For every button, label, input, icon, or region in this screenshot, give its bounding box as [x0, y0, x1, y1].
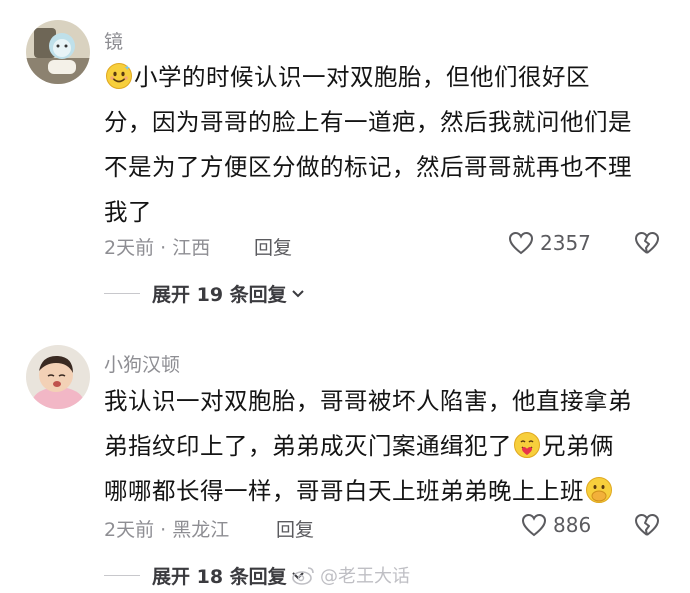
- comment-line: 不是为了方便区分做的标记，然后哥哥就再也不理: [104, 153, 632, 181]
- divider: [104, 575, 140, 576]
- comment-text: 小学的时候认识一对双胞胎，但他们很好区 分，因为哥哥的脸上有一道疤，然后我就问他…: [104, 55, 670, 235]
- heart-outline-icon: [521, 513, 547, 537]
- heart-outline-icon: [508, 231, 534, 255]
- comment-text: 我认识一对双胞胎，哥哥被坏人陷害，他直接拿弟 弟指纹印上了，弟弟成灭门案通缉犯了…: [104, 379, 670, 514]
- like-count: 2357: [540, 231, 591, 255]
- reply-button[interactable]: 回复: [254, 233, 292, 260]
- comment-line: 小学的时候认识一对双胞胎，但他们很好区: [104, 55, 670, 100]
- comment-line: 我了: [104, 198, 152, 226]
- avatar[interactable]: [26, 345, 90, 409]
- chevron-down-icon: [291, 289, 304, 297]
- comment-line: 弟指纹印上了，弟弟成灭门案通缉犯了 兄弟俩: [104, 424, 670, 469]
- weibo-logo-icon: [292, 567, 314, 585]
- timestamp-location: 2天前 · 黑龙江: [104, 519, 230, 541]
- reply-button[interactable]: 回复: [276, 515, 314, 542]
- comment-line: 分，因为哥哥的脸上有一道疤，然后我就问他们是: [104, 108, 632, 136]
- timestamp-location: 2天前 · 江西: [104, 237, 211, 259]
- username[interactable]: 镜: [104, 27, 123, 54]
- broken-heart-icon: [635, 514, 659, 536]
- smiling-face-emoji-icon: [105, 60, 133, 89]
- like-count: 886: [553, 513, 592, 537]
- smiling-face-with-hearts-emoji-icon: [513, 429, 541, 458]
- expand-replies-button[interactable]: 展开 19 条回复: [104, 280, 305, 307]
- like-button[interactable]: 2357: [508, 231, 591, 255]
- expand-replies-button[interactable]: 展开 18 条回复: [104, 562, 305, 589]
- watermark-text: @老王大话: [320, 566, 410, 587]
- watermark: @老王大话: [292, 562, 410, 588]
- expand-replies-label: 展开 19 条回复: [152, 284, 287, 306]
- comment-line: 哪哪都长得一样，哥哥白天上班弟弟晚上上班: [104, 469, 670, 514]
- like-button[interactable]: 886: [521, 513, 591, 537]
- face-with-hand-over-mouth-emoji-icon: [585, 474, 613, 503]
- avatar[interactable]: [26, 20, 90, 84]
- dislike-button[interactable]: [634, 231, 660, 259]
- expand-replies-label: 展开 18 条回复: [152, 566, 287, 588]
- divider: [104, 293, 140, 294]
- comment-line: 我认识一对双胞胎，哥哥被坏人陷害，他直接拿弟: [104, 387, 632, 415]
- dislike-button[interactable]: [634, 513, 660, 541]
- username[interactable]: 小狗汉顿: [104, 350, 180, 377]
- broken-heart-icon: [635, 232, 659, 254]
